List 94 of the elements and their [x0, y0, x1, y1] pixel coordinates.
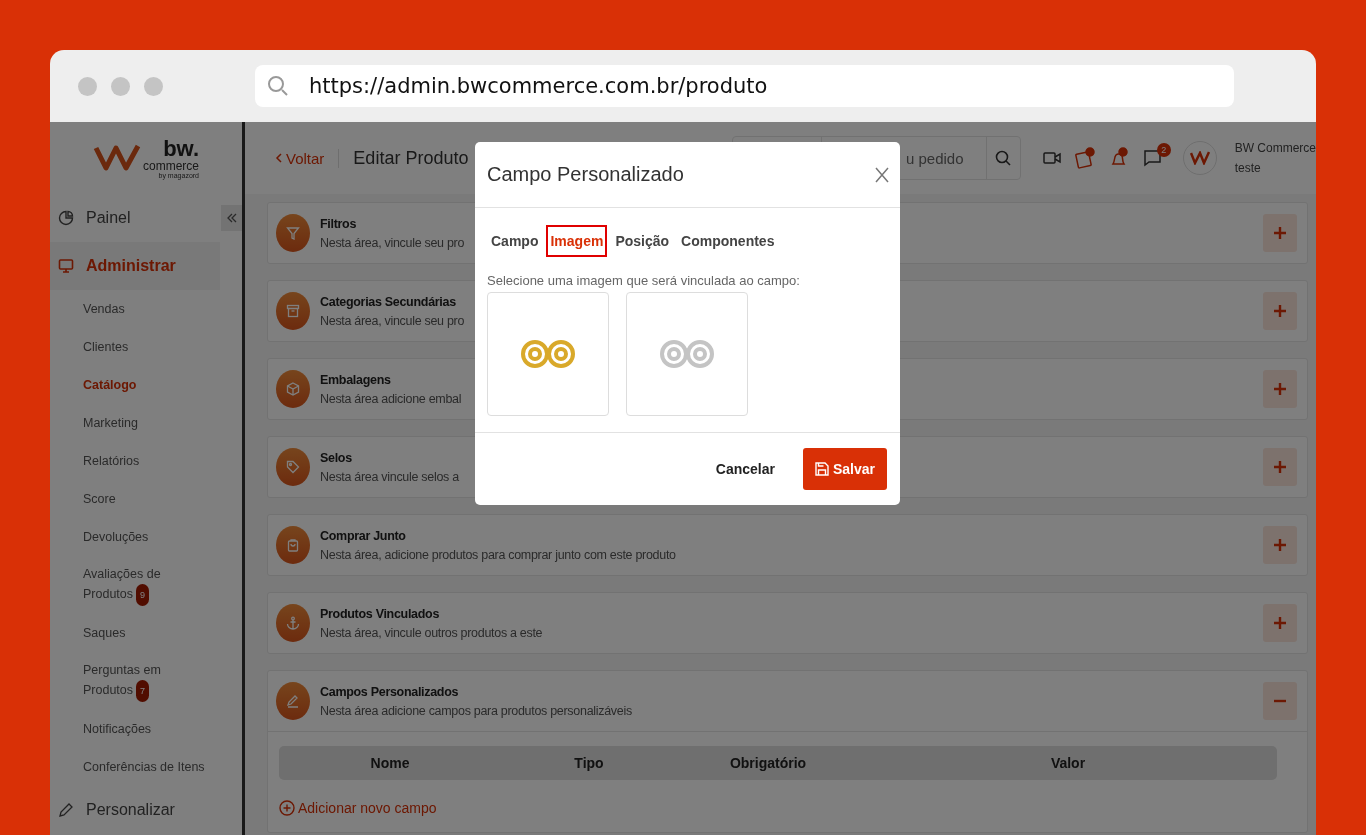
tab[interactable]: Posição: [611, 225, 674, 257]
filter-icon: [286, 226, 300, 240]
window-dot[interactable]: [144, 76, 163, 96]
logo-text: bw.: [163, 137, 199, 160]
section-title: Campos Personalizados: [320, 684, 459, 699]
count-badge: 2: [1156, 143, 1171, 157]
image-option[interactable]: [487, 292, 609, 416]
column-header: Obrigatório: [728, 755, 808, 771]
section-description: Nesta área, vincule outros produtos a este: [320, 625, 543, 640]
section-title: Embalagens: [320, 372, 391, 387]
search-icon: [267, 75, 289, 97]
plus-circle-icon: [279, 800, 295, 816]
plus-icon: [1274, 305, 1286, 317]
tab[interactable]: Componentes: [677, 225, 779, 257]
sidebar-item[interactable]: Painel: [50, 194, 220, 242]
monitor-icon: [58, 258, 74, 274]
sidebar-subitem[interactable]: Perguntas em Produtos 7: [50, 652, 242, 710]
sidebar-subitem[interactable]: Saques: [50, 614, 242, 652]
section-title: Categorias Secundárias: [320, 294, 456, 309]
logo-subtitle: commerce: [143, 159, 199, 172]
shopping-bag-icon: [286, 538, 300, 552]
logo-mark-icon: [93, 143, 141, 173]
expand-button[interactable]: [1263, 292, 1297, 330]
sidebar-subitem[interactable]: Catálogo: [50, 366, 242, 404]
user-subtitle: teste: [1234, 161, 1262, 175]
section-title: Filtros: [320, 216, 357, 231]
plus-icon: [1274, 617, 1286, 629]
add-field-link[interactable]: Adicionar novo campo: [279, 800, 437, 816]
back-link[interactable]: Voltar: [269, 148, 340, 168]
save-button[interactable]: Salvar: [802, 448, 887, 490]
double-chevron-icon: [226, 213, 237, 223]
plus-icon: [1274, 461, 1286, 473]
section-description: Nesta área, vincule seu pro: [320, 313, 465, 328]
sidebar-subitem[interactable]: Avaliações de Produtos 9: [50, 556, 242, 614]
close-button[interactable]: [875, 166, 889, 183]
section-description: Nesta área adicione campos para produtos personalizáveis: [320, 703, 632, 718]
archive-box-icon: [286, 304, 300, 318]
sidebar-subitem[interactable]: Marketing: [50, 404, 242, 442]
section-description: Nesta área, vincule seu pro: [320, 235, 465, 250]
plus-icon: [1274, 539, 1286, 551]
section-title: Produtos Vinculados: [320, 606, 440, 621]
video-camera-icon[interactable]: [1042, 151, 1061, 165]
chat-icon[interactable]: [1142, 149, 1163, 167]
column-header: Valor: [1049, 755, 1087, 771]
plus-icon: [1274, 227, 1286, 239]
section-title: Comprar Junto: [320, 528, 406, 543]
sidebar-subitem[interactable]: Relatórios: [50, 442, 242, 480]
package-icon: [286, 382, 300, 396]
clipboard-icon[interactable]: [1074, 147, 1095, 169]
page-title: Editar Produto: [353, 147, 470, 169]
column-header: Tipo: [573, 755, 605, 771]
sidebar-subitem[interactable]: Score: [50, 480, 242, 518]
sidebar-item[interactable]: Administrar: [50, 242, 220, 290]
expand-button[interactable]: [1263, 604, 1297, 642]
section-description: Nesta área vincule selos a: [320, 469, 459, 484]
close-icon: [875, 166, 889, 183]
sidebar-subitem[interactable]: Notificações: [50, 710, 242, 748]
section-title: Selos: [320, 450, 352, 465]
sidebar-subitem[interactable]: Vendas: [50, 290, 242, 328]
sidebar-subitem[interactable]: Conferências de Itens: [50, 748, 242, 786]
pie-chart-icon: [58, 210, 74, 226]
count-badge: 9: [136, 584, 150, 606]
address-bar[interactable]: https://admin.bwcommerce.com.br/produto: [255, 65, 1234, 107]
tab[interactable]: Imagem: [546, 225, 608, 257]
pencil-icon: [58, 802, 74, 818]
window-dot[interactable]: [78, 76, 97, 96]
instruction-text: Selecione uma imagem que será vinculada ao campo:: [486, 272, 801, 290]
user-name: BW Commerce: [1234, 141, 1316, 155]
expand-button[interactable]: [1263, 526, 1297, 564]
section-description: Nesta área adicione embal: [320, 391, 462, 406]
collapse-button[interactable]: [221, 205, 242, 231]
dialog-title: Campo Personalizado: [487, 163, 684, 186]
image-option[interactable]: [626, 292, 748, 416]
expand-button[interactable]: [1263, 448, 1297, 486]
expand-button[interactable]: [1263, 370, 1297, 408]
tab[interactable]: Campo: [487, 225, 543, 257]
floppy-disk-icon: [814, 462, 829, 476]
expand-button[interactable]: [1263, 214, 1297, 252]
pen-icon: [286, 694, 300, 708]
count-badge: 7: [136, 680, 150, 702]
avatar[interactable]: [1182, 141, 1217, 175]
sidebar-subitem[interactable]: Clientes: [50, 328, 242, 366]
plus-icon: [1274, 383, 1286, 395]
window-dot[interactable]: [111, 76, 130, 96]
sidebar-subitem[interactable]: Devoluções: [50, 518, 242, 556]
section-description: Nesta área, adicione produtos para comprar junto com este produto: [320, 547, 676, 562]
column-header: Nome: [369, 755, 411, 771]
sidebar-item[interactable]: Personalizar: [50, 786, 220, 834]
anchor-icon: [286, 616, 300, 630]
chevron-left-icon: [275, 153, 282, 163]
cancel-button[interactable]: Cancelar: [709, 460, 781, 478]
tag-icon: [286, 460, 300, 474]
search-icon[interactable]: [995, 150, 1012, 166]
logo-mark-icon: [1189, 151, 1210, 165]
